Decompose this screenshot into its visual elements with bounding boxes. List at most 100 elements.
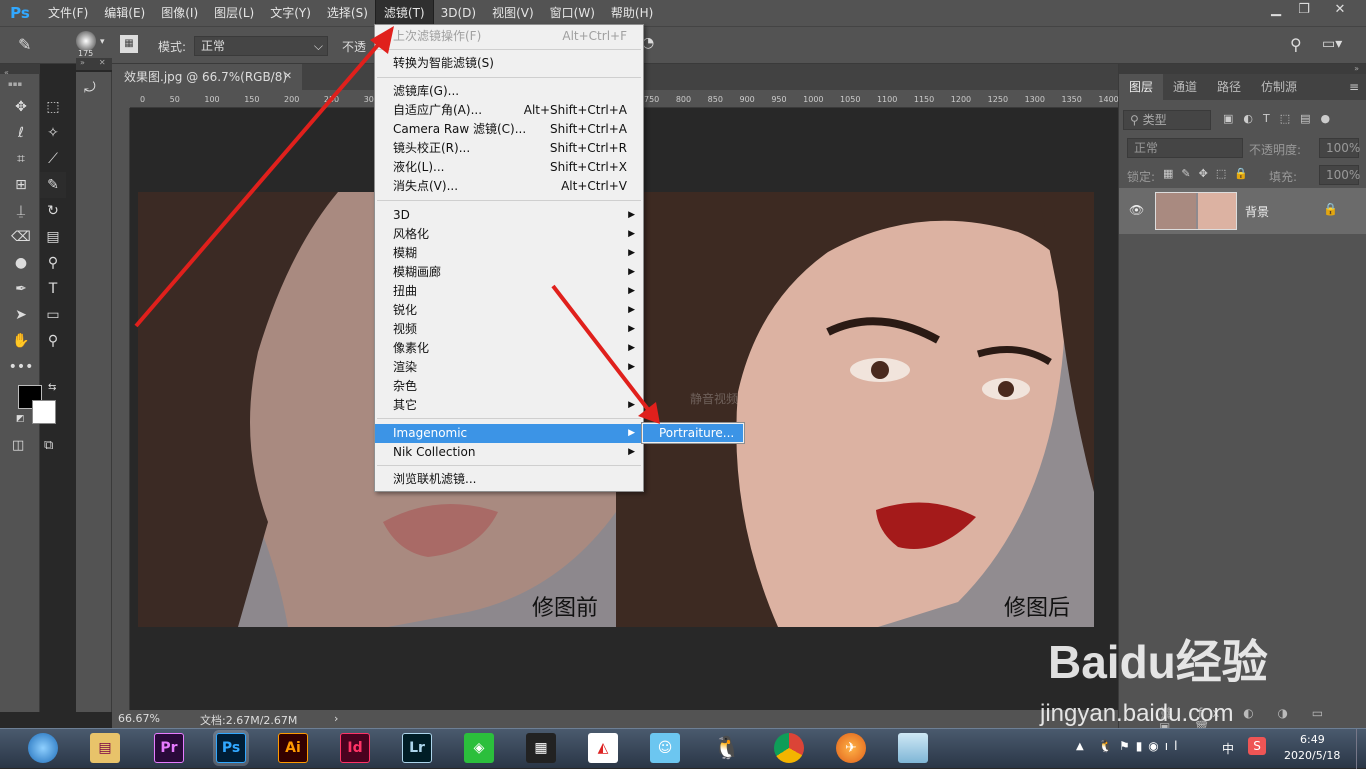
close-window-button[interactable]: ✕ — [1326, 0, 1354, 22]
tab-channels[interactable]: 通道 — [1163, 74, 1207, 100]
document-tab[interactable]: 效果图.jpg @ 66.7%(RGB/8) ✕ — [112, 64, 302, 90]
menu-browse-filters-online[interactable]: 浏览联机滤镜... — [375, 470, 643, 489]
collapse-icon[interactable]: » — [1354, 64, 1359, 73]
workspace-icon[interactable]: ▭▾ — [1322, 36, 1342, 52]
menu-vanishing-point[interactable]: 消失点(V)... Alt+Ctrl+V — [375, 177, 643, 196]
tab-clone-source[interactable]: 仿制源 — [1251, 74, 1307, 100]
close-tab-icon[interactable]: ✕ — [284, 64, 292, 90]
dodge-tool-icon[interactable]: ⚲ — [40, 250, 66, 276]
menu-help[interactable]: 帮助(H) — [603, 0, 661, 26]
brush-panel-icon[interactable]: ▦ — [120, 35, 138, 53]
screen-mode-icon[interactable]: ⧉ — [44, 438, 53, 453]
green-app-icon[interactable]: ◈ — [464, 733, 494, 763]
quick-mask-icon[interactable]: ◫ — [12, 438, 24, 453]
layer-name[interactable]: 背景 — [1245, 203, 1269, 220]
search-icon[interactable]: ⚲ — [1290, 35, 1302, 54]
colorful-app-icon[interactable]: ◭ — [588, 733, 618, 763]
chevron-right-icon[interactable]: › — [334, 712, 338, 725]
eyedropper-tool-icon[interactable]: ⟋ — [40, 146, 66, 172]
panel-menu-icon[interactable]: ≡ — [1349, 80, 1359, 94]
photoshop-icon[interactable]: Ps — [213, 730, 249, 766]
pen-tool-icon[interactable]: ✒ — [8, 276, 34, 302]
premiere-icon[interactable]: Pr — [154, 733, 184, 763]
blend-mode-select[interactable]: 正常 ⌵ — [194, 36, 328, 56]
lightroom-icon[interactable]: Lr — [402, 733, 432, 763]
menu-edit[interactable]: 编辑(E) — [96, 0, 153, 26]
sogou-icon[interactable]: S — [1248, 737, 1266, 755]
zoom-level[interactable]: 66.67% — [118, 712, 160, 725]
indesign-icon[interactable]: Id — [340, 733, 370, 763]
quick-select-tool-icon[interactable]: ✧ — [40, 120, 66, 146]
menu-distort[interactable]: 扭曲 ▶ — [375, 282, 643, 301]
menu-blur-gallery[interactable]: 模糊画廊 ▶ — [375, 263, 643, 282]
healing-tool-icon[interactable]: ⊞ — [8, 172, 34, 198]
menu-camera-raw[interactable]: Camera Raw 滤镜(C)... Shift+Ctrl+A — [375, 120, 643, 139]
minimize-button[interactable]: ▁ — [1262, 0, 1290, 22]
menu-pixelate[interactable]: 像素化 ▶ — [375, 339, 643, 358]
gradient-tool-icon[interactable]: ▤ — [40, 224, 66, 250]
background-color-swatch[interactable] — [32, 400, 56, 424]
filter-icons[interactable]: ▣◐T⬚▤● — [1223, 112, 1340, 125]
layer-kind-filter[interactable]: ⚲ 类型 — [1123, 110, 1211, 130]
start-button[interactable] — [28, 733, 58, 763]
fill-input[interactable]: 100% — [1319, 165, 1360, 185]
tab-paths[interactable]: 路径 — [1207, 74, 1251, 100]
lasso-tool-icon[interactable]: ℓ — [8, 120, 34, 146]
menu-filter[interactable]: 滤镜(T) — [374, 0, 434, 27]
hand-tool-icon[interactable]: ✋ — [8, 328, 34, 354]
file-explorer-icon[interactable]: ▤ — [90, 733, 120, 763]
menu-filter-gallery[interactable]: 滤镜库(G)... — [375, 82, 643, 101]
mascot-app-icon[interactable]: ☺ — [650, 733, 680, 763]
browser-icon[interactable]: ✈ — [836, 733, 866, 763]
menu-noise[interactable]: 杂色 — [375, 377, 643, 396]
pressure-icon[interactable]: ◔ — [642, 35, 660, 53]
illustrator-icon[interactable]: Ai — [278, 733, 308, 763]
zoom-tool-icon[interactable]: ⚲ — [40, 328, 66, 354]
menu-window[interactable]: 窗口(W) — [542, 0, 603, 26]
eraser-tool-icon[interactable]: ⌫ — [8, 224, 34, 250]
lock-icons[interactable]: ▦✎✥⬚🔒 — [1163, 167, 1256, 180]
type-tool-icon[interactable]: T — [40, 276, 66, 302]
crop-tool-icon[interactable]: ⌗ — [8, 146, 34, 172]
menu-select[interactable]: 选择(S) — [319, 0, 376, 26]
menu-convert-smart-filter[interactable]: 转换为智能滤镜(S) — [375, 54, 643, 73]
show-desktop-button[interactable] — [1356, 729, 1366, 769]
menu-liquify[interactable]: 液化(L)... Shift+Ctrl+X — [375, 158, 643, 177]
menu-type[interactable]: 文字(Y) — [262, 0, 319, 26]
ime-indicator[interactable]: 中 — [1222, 740, 1234, 757]
snipping-tool-icon[interactable] — [898, 733, 928, 763]
marquee-tool-icon[interactable]: ⬚ — [40, 94, 66, 120]
menu-video[interactable]: 视频 ▶ — [375, 320, 643, 339]
clock-date[interactable]: 2020/5/18 — [1284, 749, 1340, 762]
history-icon[interactable]: ⤾ — [84, 80, 106, 106]
restore-button[interactable]: ❐ — [1290, 0, 1318, 22]
tray-icons[interactable]: 🐧⚑▮◉ıl — [1098, 739, 1183, 753]
menu-stylize[interactable]: 风格化 ▶ — [375, 225, 643, 244]
history-brush-tool-icon[interactable]: ↻ — [40, 198, 66, 224]
menu-portraiture[interactable]: Portraiture... — [643, 424, 743, 442]
menu-nik-collection[interactable]: Nik Collection ▶ — [375, 443, 643, 462]
tab-layers[interactable]: 图层 — [1119, 74, 1164, 100]
blur-tool-icon[interactable]: ● — [8, 250, 34, 276]
menu-blur[interactable]: 模糊 ▶ — [375, 244, 643, 263]
default-colors-icon[interactable]: ◩ — [16, 414, 25, 424]
menu-sharpen[interactable]: 锐化 ▶ — [375, 301, 643, 320]
brush-tool-icon[interactable]: ✎ — [18, 35, 38, 55]
menu-imagenomic[interactable]: Imagenomic ▶ — [375, 424, 643, 443]
path-select-tool-icon[interactable]: ➤ — [8, 302, 34, 328]
menu-render[interactable]: 渲染 ▶ — [375, 358, 643, 377]
clock-time[interactable]: 6:49 — [1300, 733, 1325, 746]
shape-tool-icon[interactable]: ▭ — [40, 302, 66, 328]
stamp-tool-icon[interactable]: ⍊ — [8, 198, 34, 224]
menu-3d[interactable]: 3D ▶ — [375, 206, 643, 225]
show-hidden-icons[interactable]: ▲ — [1076, 741, 1084, 752]
chevron-down-icon[interactable]: ▾ — [100, 37, 105, 47]
close-icon[interactable]: ✕ — [99, 58, 106, 67]
menu-adaptive-wide-angle[interactable]: 自适应广角(A)... Alt+Shift+Ctrl+A — [375, 101, 643, 120]
layer-opacity-input[interactable]: 100% — [1319, 138, 1360, 158]
brush-tool-icon[interactable]: ✎ — [40, 172, 66, 198]
video-editor-icon[interactable]: ▦ — [526, 733, 556, 763]
menu-file[interactable]: 文件(F) — [40, 0, 96, 26]
layer-blend-select[interactable]: 正常 — [1127, 138, 1243, 158]
menu-other[interactable]: 其它 ▶ — [375, 396, 643, 415]
